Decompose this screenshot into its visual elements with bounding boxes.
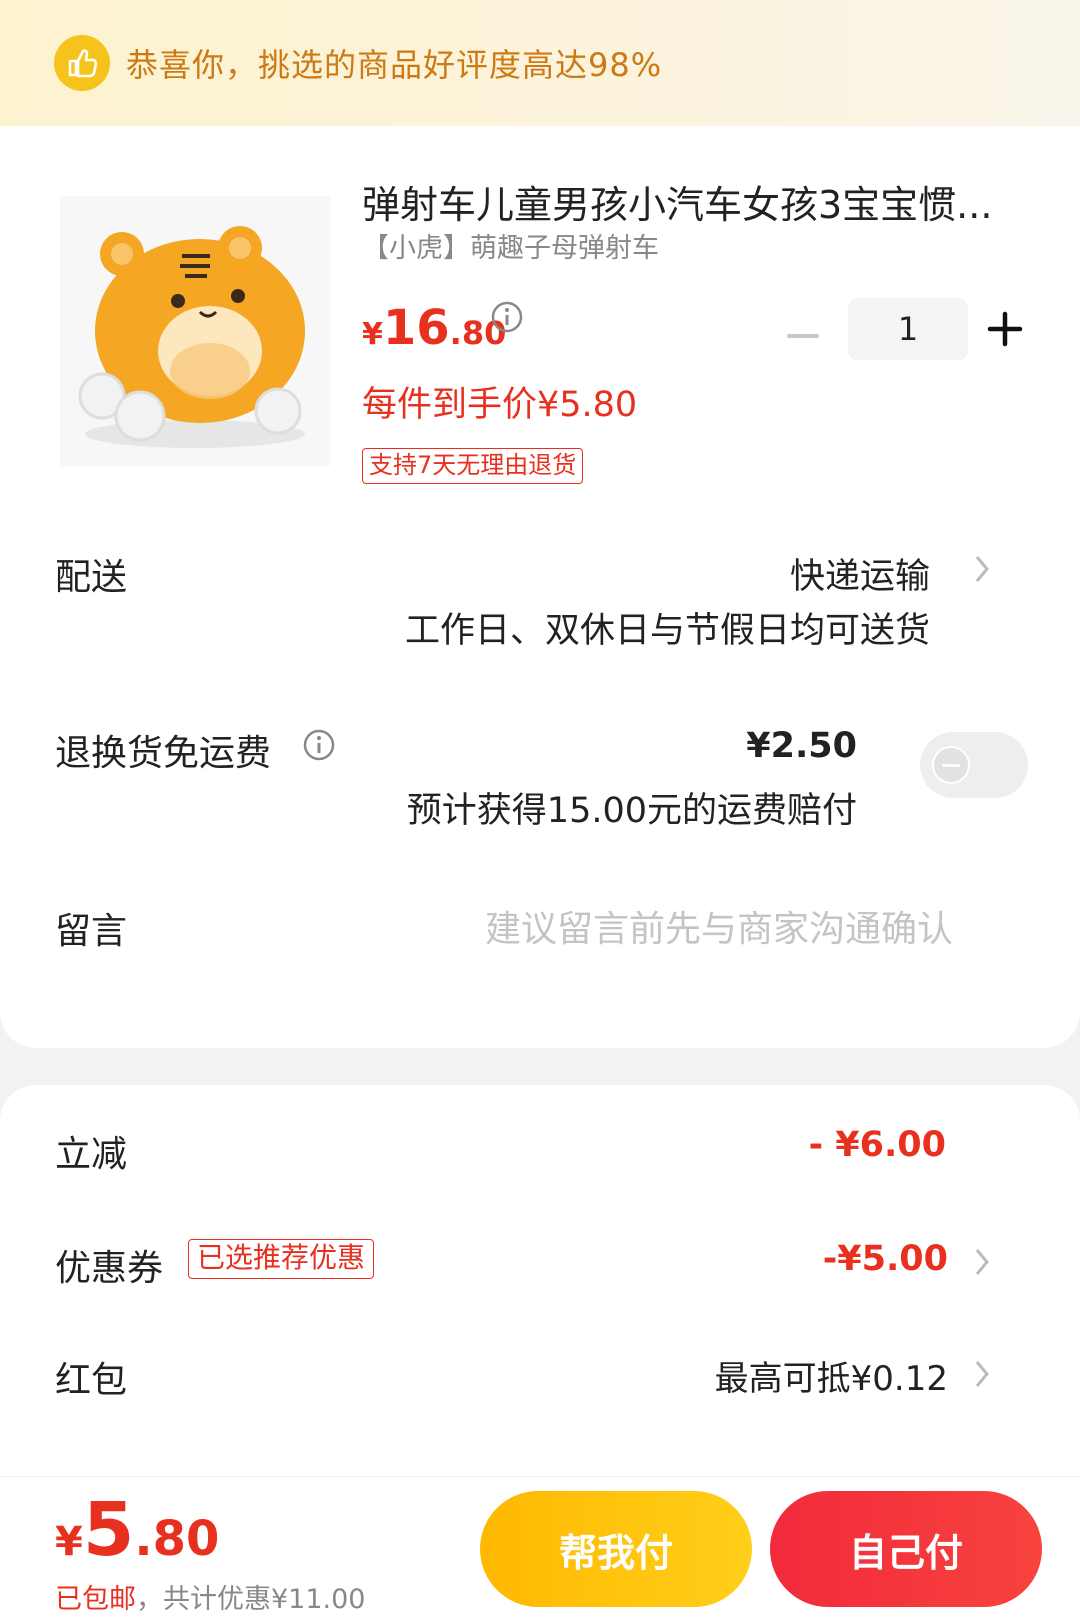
chevron-right-icon[interactable] <box>972 1245 992 1279</box>
insurance-price: ¥2.50 <box>746 726 857 766</box>
insurance-toggle[interactable] <box>920 732 1028 798</box>
discount-card: 立减 - ¥6.00 优惠券 已选推荐优惠 -¥5.00 红包 最高可抵¥0.1… <box>0 1085 1080 1505</box>
product-title[interactable]: 弹射车儿童男孩小汽车女孩3宝宝惯... <box>362 174 992 229</box>
price-integer: 16 <box>382 300 450 356</box>
price-info-icon[interactable] <box>490 300 524 338</box>
message-label: 留言 <box>55 911 128 952</box>
coupon-label: 优惠券 <box>55 1248 164 1289</box>
quantity-increase-button[interactable] <box>985 309 1025 349</box>
checkout-bar: ¥5.80 已包邮，共计优惠¥11.00 帮我付 自己付 <box>0 1476 1080 1622</box>
order-card: 弹射车儿童男孩小汽车女孩3宝宝惯... 【小虎】萌趣子母弹射车 ¥16.80 1… <box>0 126 1080 1048</box>
product-price: ¥16.80 <box>362 300 506 356</box>
chevron-right-icon[interactable] <box>972 1357 992 1391</box>
total-summary: 已包邮，共计优惠¥11.00 <box>55 1577 365 1616</box>
return-policy-badge: 支持7天无理由退货 <box>362 448 584 484</box>
delivery-method[interactable]: 快递运输 <box>790 548 930 599</box>
pay-myself-button[interactable]: 自己付 <box>770 1491 1042 1607</box>
coupon-badge: 已选推荐优惠 <box>188 1239 375 1279</box>
unit-price: 每件到手价¥5.80 <box>362 385 638 425</box>
total-currency: ¥ <box>55 1519 83 1565</box>
toggle-knob <box>932 746 970 784</box>
red-packet-value[interactable]: 最高可抵¥0.12 <box>715 1351 948 1400</box>
chevron-right-icon[interactable] <box>972 552 992 586</box>
product-sku[interactable]: 【小虎】萌趣子母弹射车 <box>362 226 659 265</box>
price-currency: ¥ <box>362 317 383 352</box>
product-image[interactable] <box>60 196 330 466</box>
return-insurance-label: 退换货免运费 <box>55 733 272 774</box>
total-price: ¥5.80 <box>55 1487 219 1573</box>
insurance-info-icon[interactable] <box>302 728 336 766</box>
quantity-decrease-button[interactable] <box>786 319 820 353</box>
delivery-note: 工作日、双休日与节假日均可送货 <box>404 611 930 651</box>
red-packet-label: 红包 <box>55 1360 128 1401</box>
shipping-status: 已包邮 <box>55 1584 136 1615</box>
instant-discount-label: 立减 <box>55 1134 128 1175</box>
rating-banner: 恭喜你，挑选的商品好评度高达98% <box>0 0 1080 126</box>
coupon-value[interactable]: -¥5.00 <box>823 1239 948 1279</box>
thumbs-up-icon <box>54 35 110 91</box>
instant-discount-value: - ¥6.00 <box>808 1125 946 1165</box>
quantity-field[interactable]: 1 <box>848 298 968 360</box>
banner-text: 恭喜你，挑选的商品好评度高达98% <box>126 46 663 84</box>
help-me-pay-button[interactable]: 帮我付 <box>480 1491 752 1607</box>
message-input[interactable]: 建议留言前先与商家沟通确认 <box>485 900 953 952</box>
total-decimal: .80 <box>134 1511 220 1567</box>
insurance-note: 预计获得15.00元的运费赔付 <box>406 791 857 831</box>
total-integer: 5 <box>82 1487 135 1573</box>
total-savings: ，共计优惠¥11.00 <box>136 1584 366 1615</box>
delivery-label: 配送 <box>55 557 128 598</box>
